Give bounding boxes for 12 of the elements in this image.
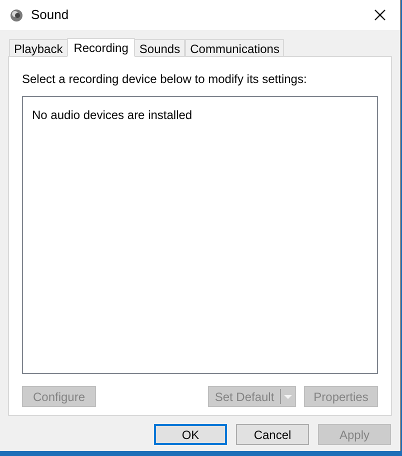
dialog-button[interactable]: OK bbox=[154, 424, 227, 445]
speaker-icon bbox=[10, 8, 23, 22]
dialog-button[interactable]: Cancel bbox=[236, 424, 309, 445]
tab[interactable]: Recording bbox=[66, 38, 136, 57]
tab[interactable]: Communications bbox=[185, 39, 284, 56]
window-title: Sound bbox=[31, 6, 69, 24]
tab[interactable]: Playback bbox=[9, 39, 68, 56]
close-icon[interactable] bbox=[374, 9, 386, 21]
empty-message: No audio devices are installed bbox=[32, 108, 192, 122]
tab[interactable]: Sounds bbox=[134, 39, 186, 56]
instruction-text: Select a recording device below to modify its settings: bbox=[22, 71, 308, 88]
dropdown-arrow-icon bbox=[283, 394, 293, 400]
